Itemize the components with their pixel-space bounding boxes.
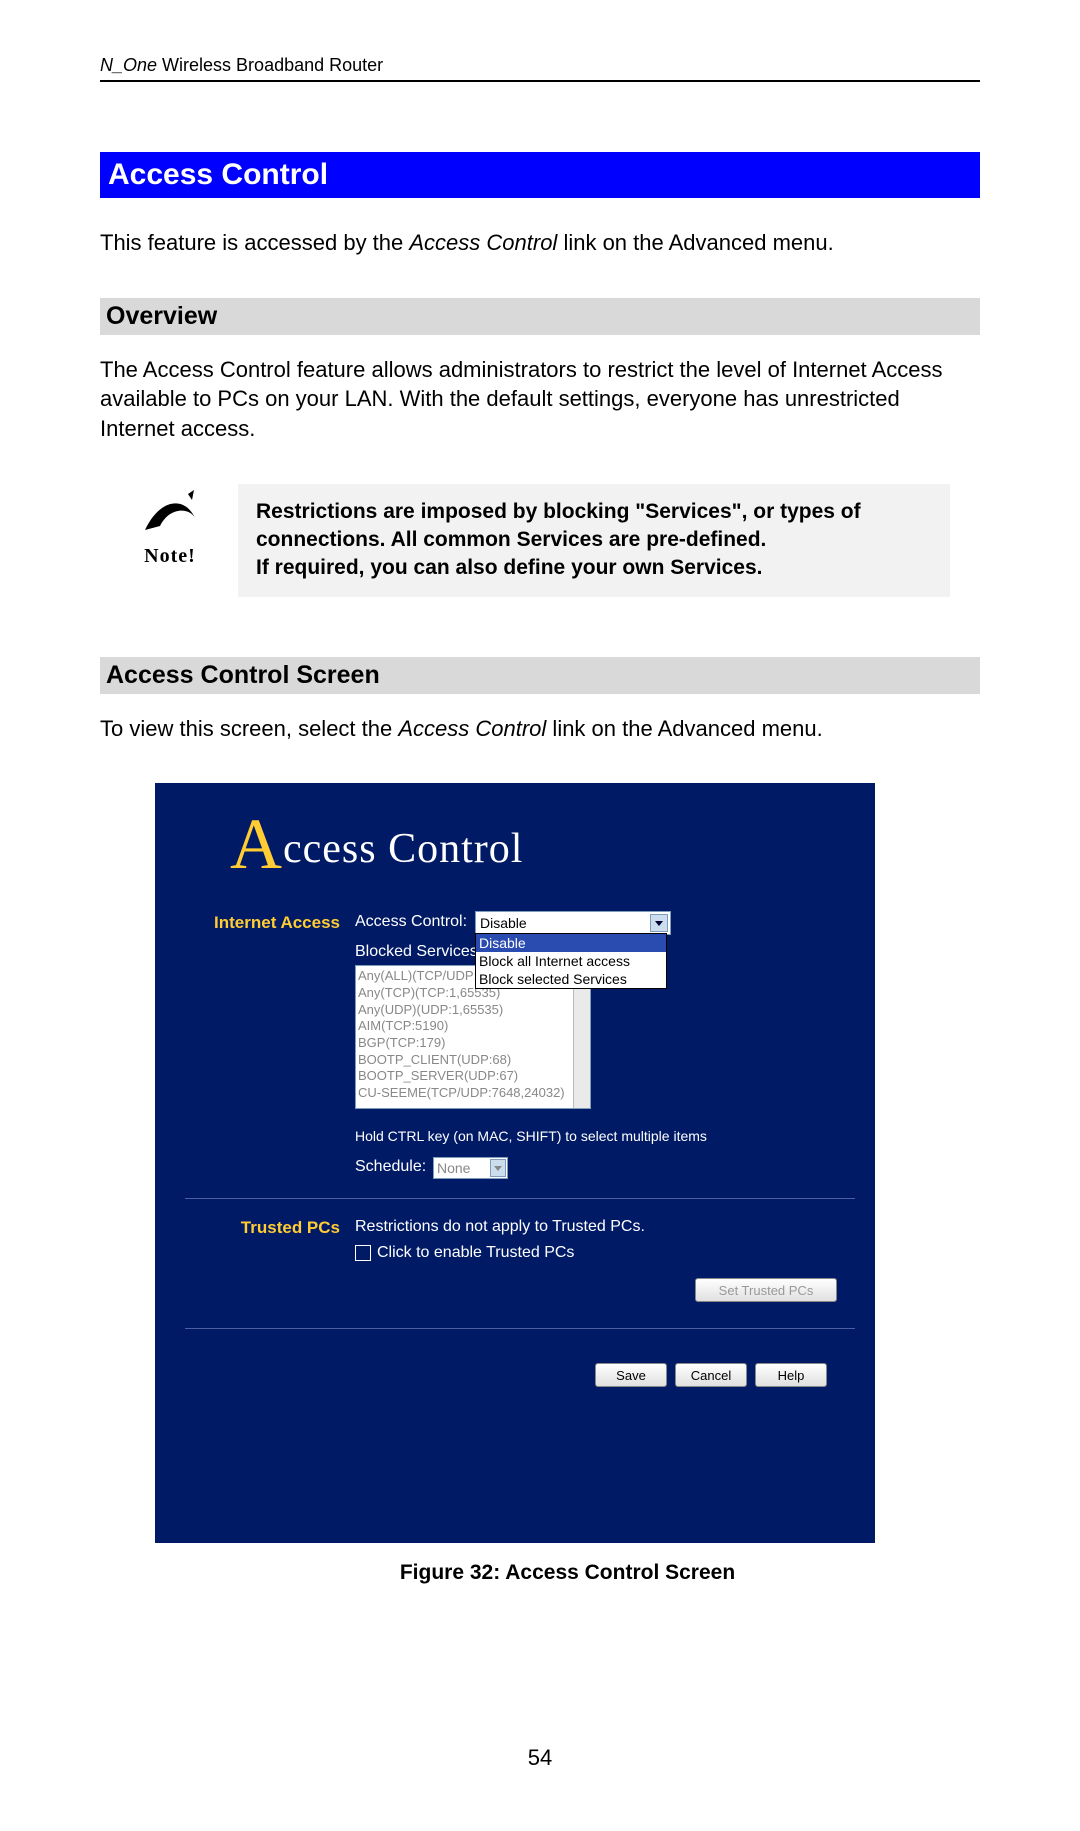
cancel-button[interactable]: Cancel: [675, 1363, 747, 1387]
screen-text: To view this screen, select the Access C…: [100, 714, 980, 744]
screen-title-rest: ccess Control: [283, 826, 523, 872]
note-icon: Note!: [130, 484, 210, 568]
overview-text: The Access Control feature allows admini…: [100, 355, 980, 444]
access-control-value: Disable: [480, 915, 527, 931]
dropdown-option-disable[interactable]: Disable: [476, 934, 666, 952]
access-control-dropdown[interactable]: Disable Block all Internet access Block …: [475, 933, 667, 989]
label-schedule: Schedule:: [355, 1158, 426, 1176]
figure-caption: Figure 32: Access Control Screen: [155, 1561, 980, 1585]
label-blocked-services: Blocked Services: [355, 943, 478, 961]
set-trusted-pcs-button[interactable]: Set Trusted PCs: [695, 1278, 837, 1302]
list-item[interactable]: BOOTP_SERVER(UDP:67): [358, 1068, 588, 1085]
intro-link: Access Control: [409, 230, 557, 255]
divider: [185, 1198, 855, 1199]
intro-text: This feature is accessed by the Access C…: [100, 228, 980, 258]
multi-select-hint: Hold CTRL key (on MAC, SHIFT) to select …: [355, 1128, 707, 1144]
trusted-pcs-text: Restrictions do not apply to Trusted PCs…: [355, 1218, 645, 1236]
screen-title-letter: A: [230, 804, 283, 884]
save-button[interactable]: Save: [595, 1363, 667, 1387]
product-name-rest: Wireless Broadband Router: [157, 55, 383, 75]
note-text: Restrictions are imposed by blocking "Se…: [238, 484, 950, 597]
list-item[interactable]: CU-SEEME(TCP/UDP:7648,24032): [358, 1085, 588, 1102]
dropdown-option-block-all[interactable]: Block all Internet access: [476, 952, 666, 970]
list-item[interactable]: BOOTP_CLIENT(UDP:68): [358, 1052, 588, 1069]
dropdown-option-block-selected[interactable]: Block selected Services: [476, 970, 666, 988]
note-line1: Restrictions are imposed by blocking "Se…: [256, 498, 932, 555]
help-button[interactable]: Help: [755, 1363, 827, 1387]
page-title: Access Control: [100, 152, 980, 198]
scroll-down-icon[interactable]: ▾: [573, 1091, 589, 1107]
access-control-select[interactable]: Disable: [475, 911, 671, 935]
list-item[interactable]: BGP(TCP:179): [358, 1035, 588, 1052]
divider: [185, 1328, 855, 1329]
product-name-italic: N_One: [100, 55, 157, 75]
note-line2: If required, you can also define your ow…: [256, 554, 932, 582]
list-item[interactable]: Any(UDP)(UDP:1,65535): [358, 1002, 588, 1019]
page-number: 54: [100, 1745, 980, 1771]
schedule-value: None: [437, 1160, 470, 1176]
page-header: N_One Wireless Broadband Router: [100, 55, 980, 82]
access-control-screenshot: Access Control Internet Access Access Co…: [155, 783, 875, 1543]
note-label: Note!: [130, 545, 210, 568]
label-internet-access: Internet Access: [165, 913, 340, 933]
intro-pre: This feature is accessed by the: [100, 230, 409, 255]
intro-post: link on the Advanced menu.: [557, 230, 833, 255]
screen-text-post: link on the Advanced menu.: [546, 716, 822, 741]
screen-heading: Access Control Screen: [100, 657, 980, 694]
screen-text-pre: To view this screen, select the: [100, 716, 398, 741]
screen-text-link: Access Control: [398, 716, 546, 741]
trusted-pcs-checkbox-label: Click to enable Trusted PCs: [377, 1244, 574, 1262]
list-item[interactable]: AIM(TCP:5190): [358, 1018, 588, 1035]
label-trusted-pcs: Trusted PCs: [165, 1218, 340, 1238]
overview-heading: Overview: [100, 298, 980, 335]
label-access-control: Access Control:: [355, 913, 467, 931]
screen-title: Access Control: [230, 803, 523, 886]
trusted-pcs-checkbox[interactable]: [355, 1245, 371, 1261]
note-block: Note! Restrictions are imposed by blocki…: [130, 484, 950, 597]
schedule-select[interactable]: None: [433, 1157, 508, 1179]
